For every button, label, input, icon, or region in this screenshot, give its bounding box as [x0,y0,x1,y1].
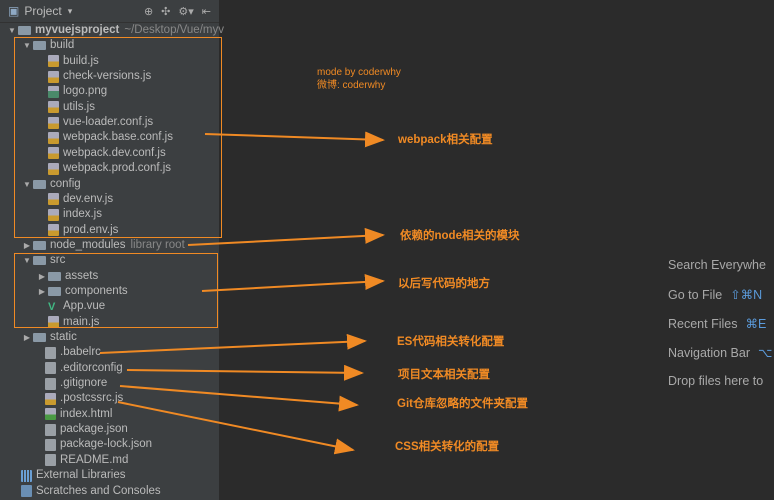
hint-text: Search Everywhe [668,258,766,272]
arrow-webpack [205,134,383,140]
arrow-babelrc [100,341,365,353]
welcome-hint: Drop files here to [668,374,763,388]
hint-text: Navigation Bar [668,346,750,360]
arrow-node-modules [188,235,383,245]
hint-text: Drop files here to [668,374,763,388]
arrow-src [202,281,383,291]
hint-shortcut: ⌥ [758,346,772,360]
annotation-postcss: CSS相关转化的配置 [395,438,499,454]
arrow-editorconfig [127,370,362,373]
annotation-gitignore: Git仓库忽略的文件夹配置 [397,395,528,411]
arrow-postcss [118,402,353,450]
annotation-node-modules: 依赖的node相关的模块 [400,227,519,243]
annotation-src: 以后写代码的地方 [398,275,490,291]
welcome-hint: Go to File ⇧⌘N [668,287,762,302]
author-note-line1: mode by coderwhy [317,66,401,79]
welcome-hint: Recent Files ⌘E [668,316,766,331]
welcome-hint: Navigation Bar ⌥ [668,345,772,360]
hint-shortcut: ⇧⌘N [730,288,762,302]
hint-text: Go to File [668,288,722,302]
hint-text: Recent Files [668,317,737,331]
welcome-hint: Search Everywhe [668,258,766,272]
author-note: mode by coderwhy 微博: coderwhy [317,66,401,92]
author-note-line2: 微博: coderwhy [317,79,401,92]
annotation-editorconfig: 项目文本相关配置 [398,366,490,382]
hint-shortcut: ⌘E [745,317,766,331]
arrow-gitignore [120,386,357,405]
annotation-webpack: webpack相关配置 [398,131,493,147]
annotation-babelrc: ES代码相关转化配置 [397,333,504,349]
